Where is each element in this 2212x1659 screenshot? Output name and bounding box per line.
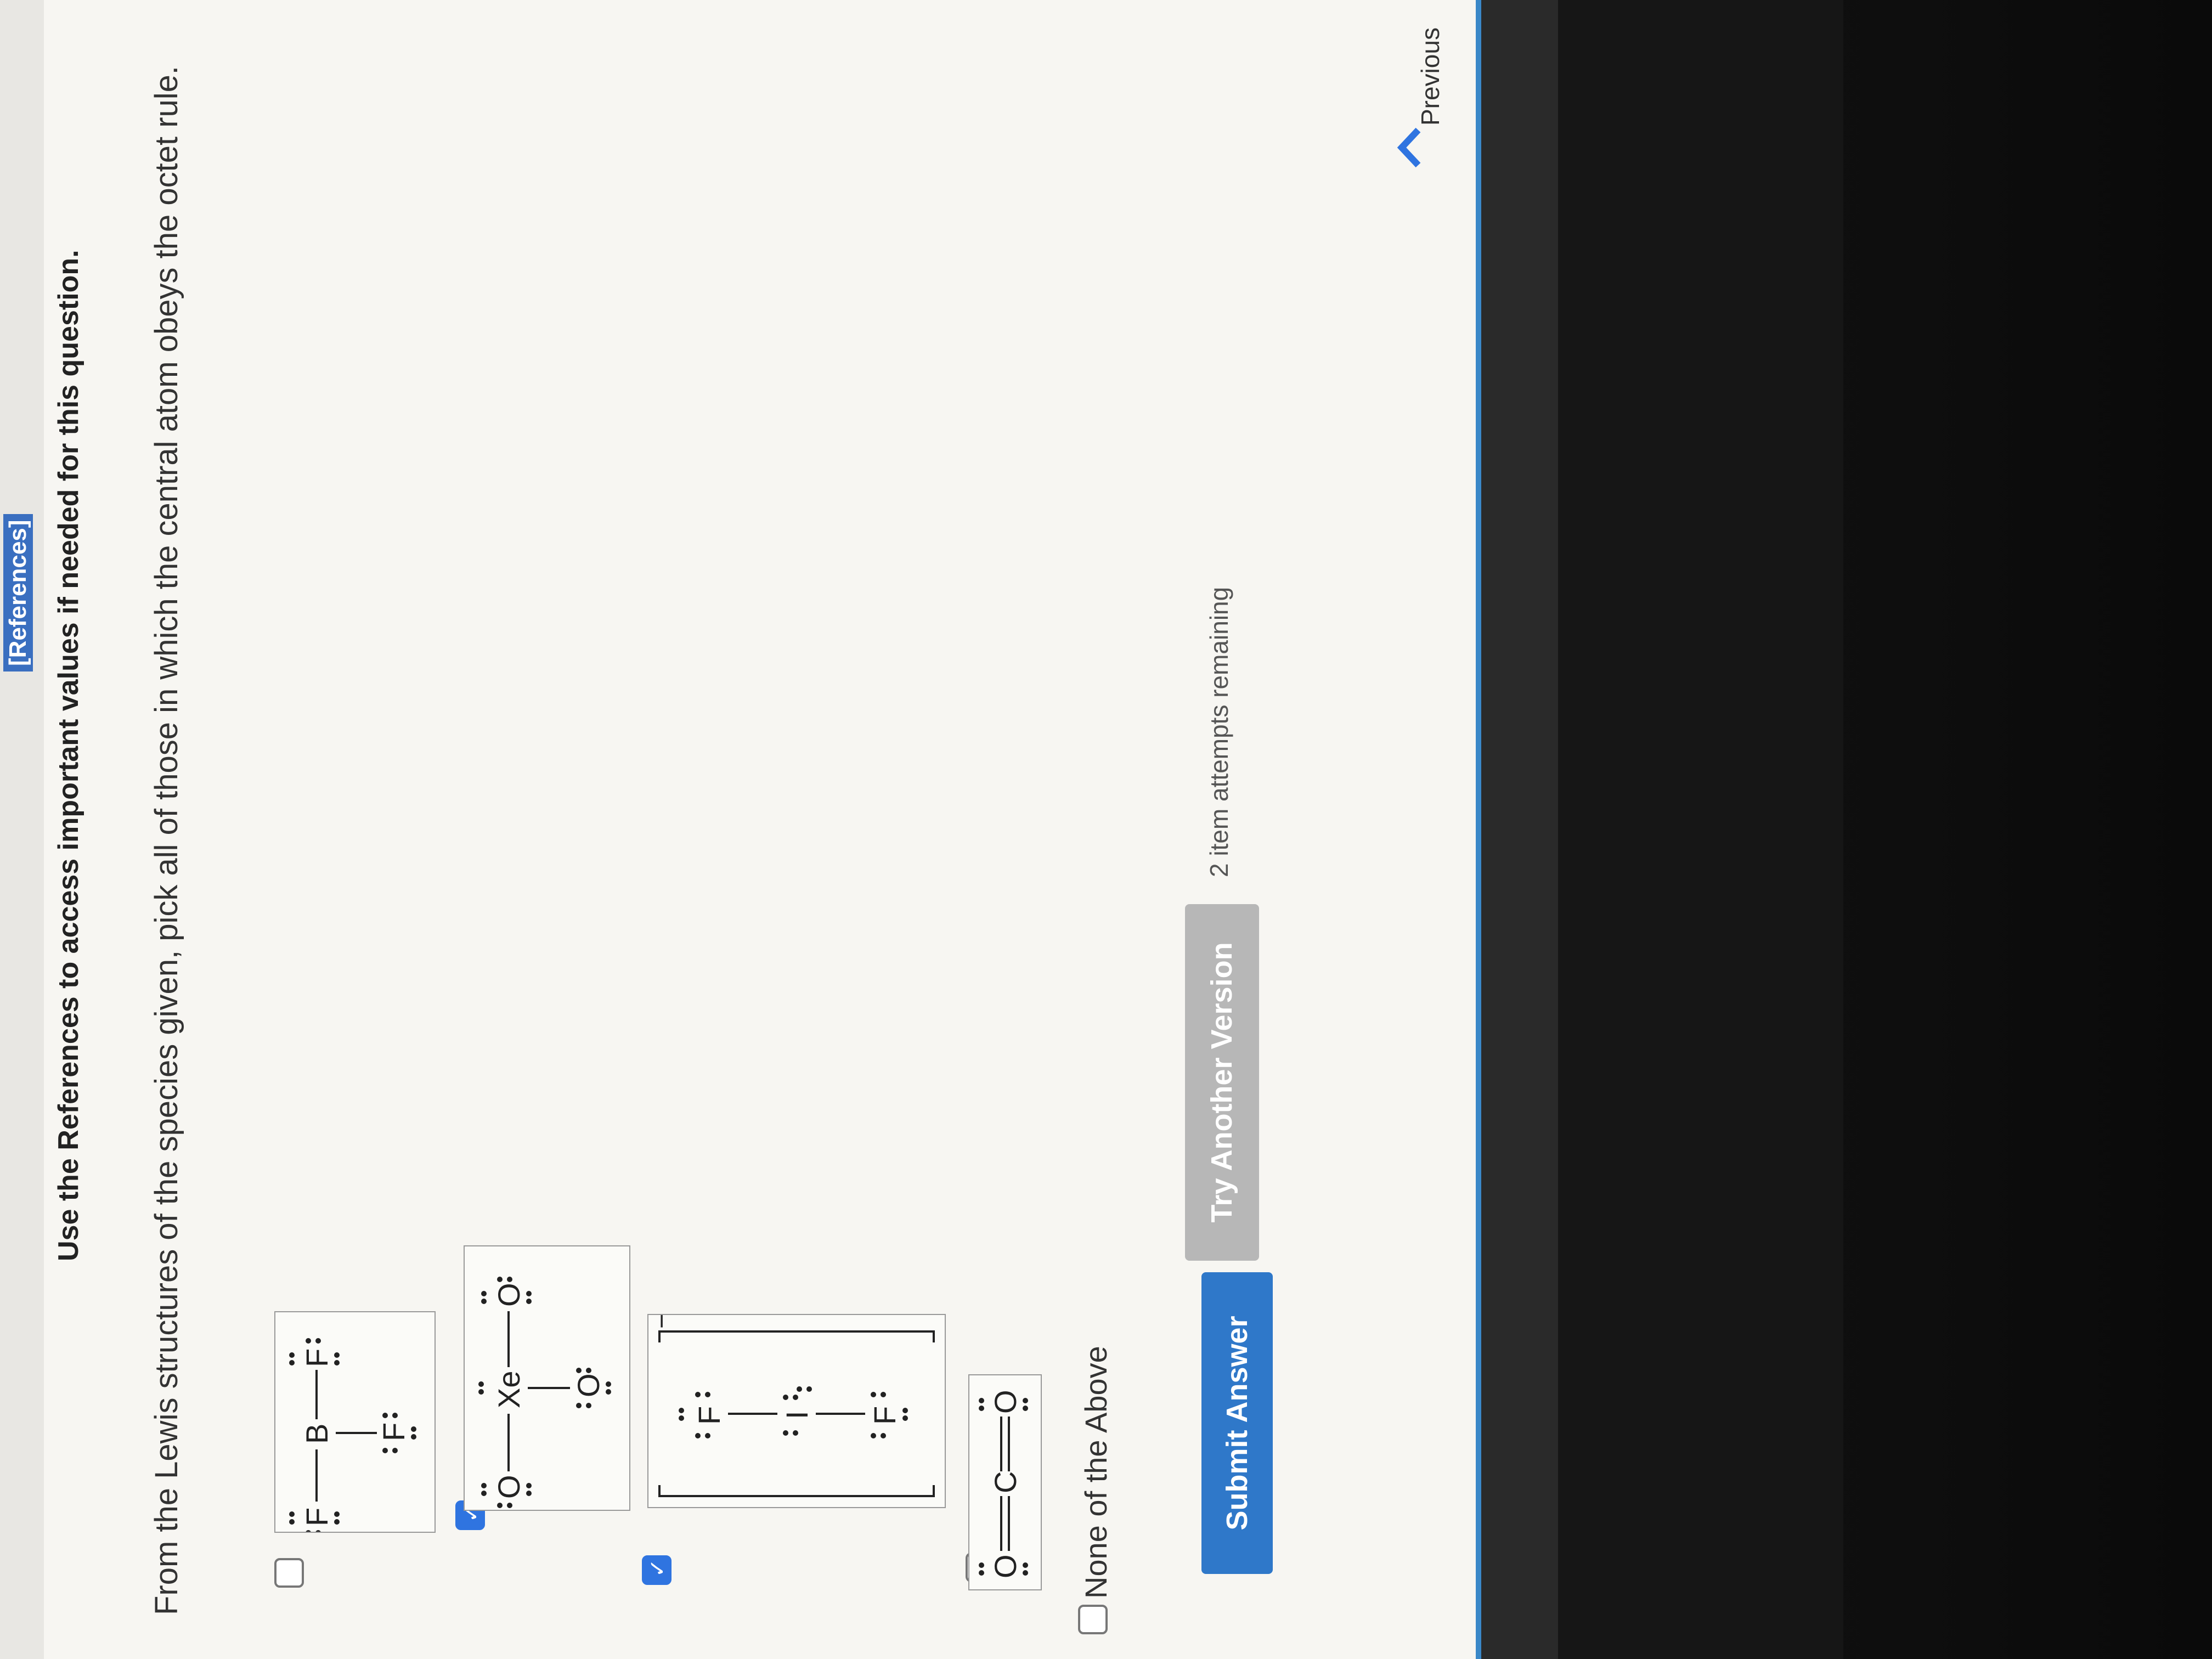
lewis-structure-co2: O C O <box>968 1374 1042 1590</box>
atom-o-right: O <box>988 1390 1023 1414</box>
lewis-structure-xeo3: O Xe O O <box>464 1245 630 1511</box>
top-strip <box>0 0 44 1659</box>
lewis-structure-bf3: F B F F <box>274 1311 436 1533</box>
atom-o-bottom: O <box>571 1373 606 1397</box>
charge-sign: − <box>648 1315 676 1329</box>
atom-o-left: O <box>988 1554 1023 1578</box>
atom-o-right: O <box>492 1283 526 1307</box>
atom-f-top: F <box>692 1406 726 1425</box>
atom-o-left: O <box>492 1475 526 1499</box>
chevron-left-icon <box>1397 127 1421 168</box>
checkmark-icon: ✓ <box>646 1559 670 1577</box>
atom-c: C <box>988 1471 1023 1493</box>
monitor-frame <box>1558 0 1843 1659</box>
option-bf3-checkbox[interactable] <box>274 1558 304 1588</box>
atom-i: I <box>780 1410 814 1419</box>
atom-f-bottom: F <box>376 1423 411 1441</box>
instruction-text: Use the References to access important v… <box>53 250 84 1261</box>
previous-label: Previous <box>1416 27 1444 126</box>
references-link[interactable]: [References] <box>3 514 33 672</box>
atom-f-bottom: F <box>867 1406 902 1425</box>
atom-f-right: F <box>300 1348 334 1367</box>
option-none-label: None of the Above <box>1079 1346 1113 1599</box>
atom-f-left: F <box>300 1508 334 1526</box>
attempts-remaining-text: 2 item attempts remaining <box>1205 586 1233 877</box>
monitor-bezel <box>1481 0 1558 1659</box>
lewis-structure-if2-anion: − F I F <box>647 1314 946 1508</box>
submit-answer-button[interactable]: Submit Answer <box>1201 1272 1273 1574</box>
atom-b: B <box>300 1424 334 1444</box>
question-screen: [References] Use the References to acces… <box>0 0 1476 1659</box>
atom-xe: Xe <box>492 1371 526 1409</box>
question-text: From the Lewis structures of the species… <box>149 65 184 1615</box>
option-none-checkbox[interactable] <box>1078 1605 1108 1634</box>
try-another-version-button[interactable]: Try Another Version <box>1185 904 1259 1261</box>
option-if2-checkbox[interactable]: ✓ <box>642 1555 672 1585</box>
